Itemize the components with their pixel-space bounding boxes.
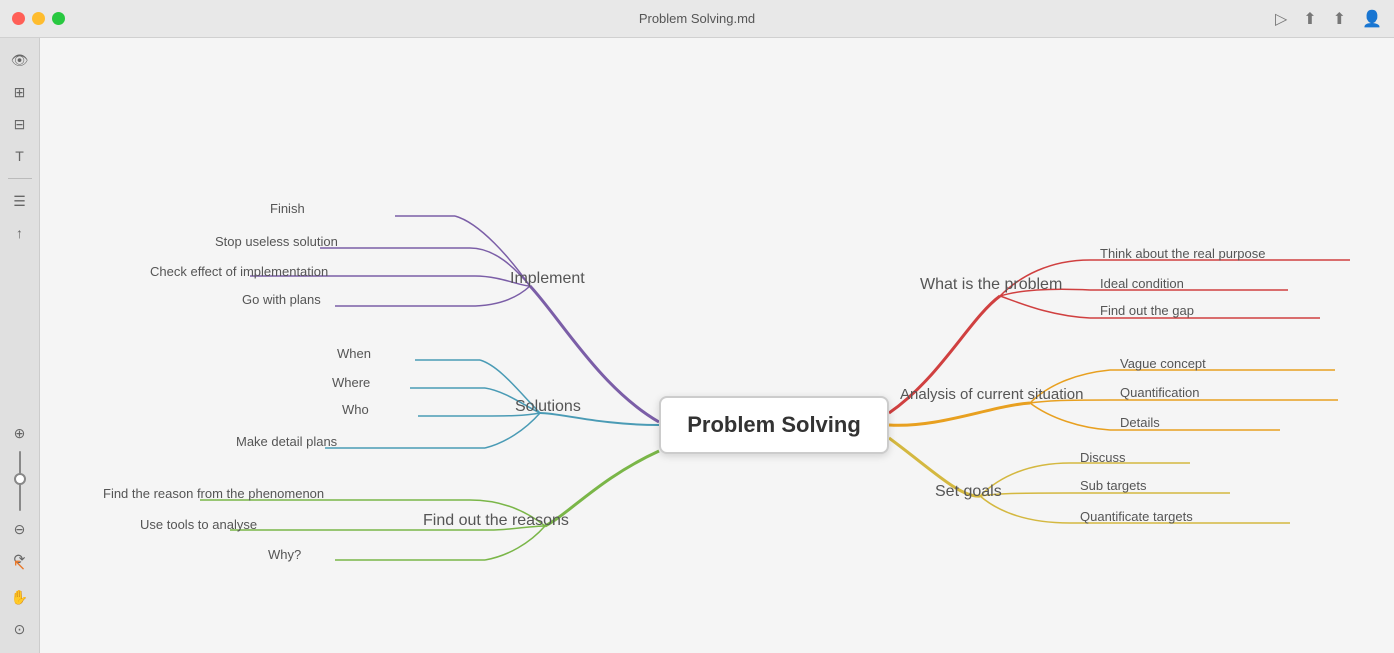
mindmap-svg [40,38,1394,653]
central-node[interactable]: Problem Solving [659,396,889,454]
stop-useless-label[interactable]: Stop useless solution [215,234,338,249]
user-icon[interactable]: 👤 [1362,9,1382,29]
cloud-upload-icon[interactable]: ⬆ [1303,9,1316,29]
quantification-label[interactable]: Quantification [1120,385,1200,400]
share-icon[interactable]: ⬆ [1333,9,1346,29]
discuss-label[interactable]: Discuss [1080,450,1126,465]
sidebar-grid-icon[interactable]: ⊟ [6,110,34,138]
play-icon[interactable]: ▷ [1275,9,1287,29]
sub-targets-label[interactable]: Sub targets [1080,478,1147,493]
details-label[interactable]: Details [1120,415,1160,430]
traffic-lights [12,12,65,25]
set-goals-label[interactable]: Set goals [935,483,1002,501]
think-real-purpose-label[interactable]: Think about the real purpose [1100,246,1266,261]
where-label[interactable]: Where [332,375,370,390]
window-title: Problem Solving.md [639,11,755,26]
eye-bottom-icon[interactable]: ⊙ [6,615,34,643]
sidebar-zoom: ⊕ ⊖ ⟳ [6,419,34,573]
cursor-icon[interactable]: ↖ [6,551,34,579]
finish-label[interactable]: Finish [270,201,305,216]
sidebar-eye-icon[interactable]: 👁 [6,46,34,74]
solutions-label[interactable]: Solutions [515,398,581,416]
sidebar-menu-icon[interactable]: ☰ [6,187,34,215]
when-label[interactable]: When [337,346,371,361]
mindmap-canvas: Problem Solving Implement Finish Stop us… [40,38,1394,653]
sidebar-diagram-icon[interactable]: ⊞ [6,78,34,106]
who-label[interactable]: Who [342,402,369,417]
analysis-label[interactable]: Analysis of current situation [900,386,1083,403]
check-effect-label[interactable]: Check effect of implementation [150,264,328,279]
use-tools-label[interactable]: Use tools to analyse [140,517,257,532]
find-out-gap-label[interactable]: Find out the gap [1100,303,1194,318]
make-detail-plans-label[interactable]: Make detail plans [236,434,337,449]
close-button[interactable] [12,12,25,25]
what-is-problem-label[interactable]: What is the problem [920,276,1062,294]
go-with-plans-label[interactable]: Go with plans [242,292,321,307]
why-label[interactable]: Why? [268,547,301,562]
sidebar: 👁 ⊞ ⊟ T ☰ ↑ ⊕ ⊖ ⟳ ↖ ✋ ⊙ [0,38,40,653]
minimize-button[interactable] [32,12,45,25]
hand-icon[interactable]: ✋ [6,583,34,611]
zoom-out-icon[interactable]: ⊖ [6,515,34,543]
find-reason-phenomenon-label[interactable]: Find the reason from the phenomenon [103,486,324,501]
vague-concept-label[interactable]: Vague concept [1120,356,1206,371]
titlebar-controls: ▷ ⬆ ⬆ 👤 [1275,9,1382,29]
maximize-button[interactable] [52,12,65,25]
sidebar-upload-icon[interactable]: ↑ [6,219,34,247]
sidebar-bottom: ↖ ✋ ⊙ [6,551,34,643]
implement-label[interactable]: Implement [510,270,585,288]
ideal-condition-label[interactable]: Ideal condition [1100,276,1184,291]
sidebar-text-icon[interactable]: T [6,142,34,170]
zoom-in-icon[interactable]: ⊕ [6,419,34,447]
sidebar-divider-1 [8,178,32,179]
find-out-reasons-label[interactable]: Find out the reasons [423,512,569,530]
titlebar: Problem Solving.md ▷ ⬆ ⬆ 👤 [0,0,1394,38]
quantificate-targets-label[interactable]: Quantificate targets [1080,509,1193,524]
